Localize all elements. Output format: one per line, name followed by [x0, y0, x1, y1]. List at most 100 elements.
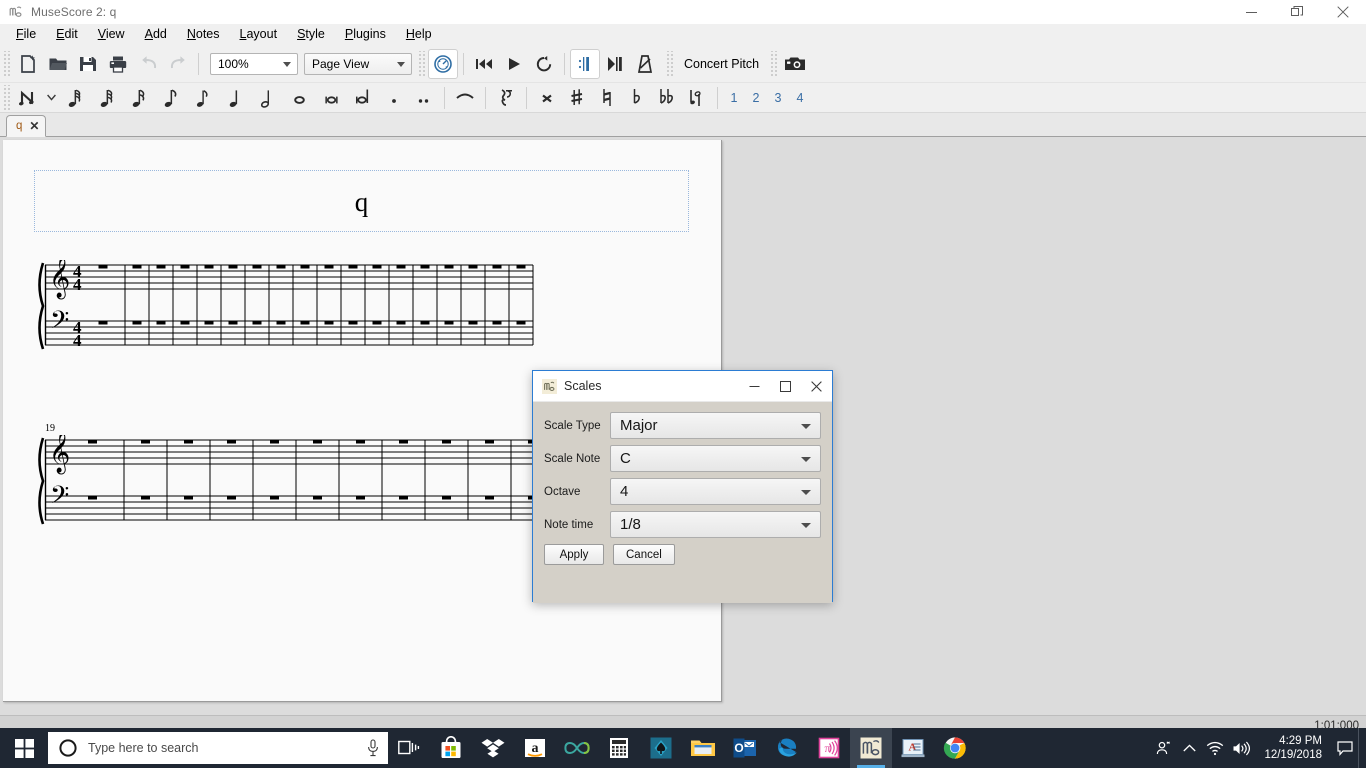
search-input[interactable]: Type here to search [48, 732, 388, 764]
score-system-1[interactable]: 𝄞 𝄢 4 4 4 4 [33, 260, 693, 360]
redo-button[interactable] [163, 49, 193, 79]
open-score-button[interactable] [43, 49, 73, 79]
menu-style[interactable]: Style [287, 25, 335, 45]
whole-measure-rest[interactable] [132, 321, 142, 325]
toolbar-grip-3[interactable] [666, 51, 674, 77]
whole-measure-rest[interactable] [228, 265, 238, 269]
octave-combobox[interactable]: 4 [610, 478, 821, 505]
dialog-close-button[interactable] [801, 371, 832, 402]
microphone-icon[interactable] [366, 739, 380, 757]
cancel-button[interactable]: Cancel [613, 544, 675, 565]
task-view-icon[interactable] [388, 728, 430, 768]
duration-longa-button[interactable] [347, 83, 379, 113]
whole-measure-rest[interactable] [98, 321, 108, 325]
voice-3-button[interactable]: 3 [767, 91, 789, 105]
close-button[interactable] [1320, 0, 1366, 24]
whole-measure-rest[interactable] [156, 265, 166, 269]
menu-edit[interactable]: Edit [46, 25, 88, 45]
whole-measure-rest[interactable] [372, 321, 382, 325]
whole-measure-rest[interactable] [420, 321, 430, 325]
dropbox-icon[interactable] [472, 728, 514, 768]
whole-measure-rest[interactable] [485, 440, 494, 444]
whole-measure-rest[interactable] [132, 265, 142, 269]
file-explorer-icon[interactable] [682, 728, 724, 768]
print-button[interactable] [103, 49, 133, 79]
new-score-button[interactable] [13, 49, 43, 79]
voice-1-button[interactable]: 1 [723, 91, 745, 105]
menu-view[interactable]: View [88, 25, 135, 45]
duration-eighth-alt-button[interactable] [187, 83, 219, 113]
play-panel-button[interactable] [428, 49, 458, 79]
duration-quarter-button[interactable] [219, 83, 251, 113]
tab-q[interactable]: q ✕ [6, 115, 47, 137]
whole-measure-rest[interactable] [141, 496, 150, 500]
pan-score-button[interactable] [600, 49, 630, 79]
whole-measure-rest[interactable] [227, 496, 236, 500]
rewind-button[interactable] [469, 49, 499, 79]
whole-measure-rest[interactable] [516, 321, 526, 325]
whole-measure-rest[interactable] [276, 265, 286, 269]
accidental-natural-button[interactable] [592, 83, 622, 113]
whole-measure-rest[interactable] [180, 321, 190, 325]
accidental-double-sharp-button[interactable] [532, 83, 562, 113]
whole-measure-rest[interactable] [141, 440, 150, 444]
scale-type-combobox[interactable]: Major [610, 412, 821, 439]
whole-measure-rest[interactable] [228, 321, 238, 325]
view-mode-combobox[interactable]: Page View [304, 53, 412, 75]
whole-measure-rest[interactable] [88, 440, 97, 444]
title-frame[interactable]: q [34, 170, 689, 232]
restore-button[interactable] [1274, 0, 1320, 24]
accidental-double-flat-button[interactable] [652, 83, 682, 113]
start-button[interactable] [0, 728, 48, 768]
whole-measure-rest[interactable] [324, 265, 334, 269]
microsoft-store-icon[interactable] [430, 728, 472, 768]
flip-direction-button[interactable] [682, 83, 712, 113]
duration-64th-button[interactable] [59, 83, 91, 113]
whole-measure-rest[interactable] [492, 265, 502, 269]
whole-measure-rest[interactable] [313, 496, 322, 500]
menu-add[interactable]: Add [135, 25, 177, 45]
dialog-titlebar[interactable]: Scales [533, 371, 832, 402]
note-input-dropdown[interactable] [43, 83, 59, 113]
amazon-icon[interactable]: a [514, 728, 556, 768]
show-desktop-button[interactable] [1358, 728, 1366, 768]
outlook-icon[interactable]: O [724, 728, 766, 768]
whole-measure-rest[interactable] [313, 440, 322, 444]
toolbar-grip-4[interactable] [770, 51, 779, 77]
zoom-combobox[interactable]: 100% [210, 53, 298, 75]
whole-measure-rest[interactable] [98, 265, 108, 269]
duration-half-button[interactable] [251, 83, 283, 113]
scale-note-combobox[interactable]: C [610, 445, 821, 472]
duration-16th-button[interactable] [123, 83, 155, 113]
people-icon[interactable] [1150, 728, 1176, 768]
whole-measure-rest[interactable] [396, 321, 406, 325]
play-repeats-button[interactable] [570, 49, 600, 79]
whole-measure-rest[interactable] [204, 321, 214, 325]
rest-button[interactable] [491, 83, 521, 113]
duration-eighth-button[interactable] [155, 83, 187, 113]
voice-4-button[interactable]: 4 [789, 91, 811, 105]
concert-pitch-button[interactable]: Concert Pitch [676, 57, 767, 71]
accidental-sharp-button[interactable] [562, 83, 592, 113]
document-app-icon[interactable]: A [892, 728, 934, 768]
whole-measure-rest[interactable] [396, 265, 406, 269]
whole-measure-rest[interactable] [88, 496, 97, 500]
voice-2-button[interactable]: 2 [745, 91, 767, 105]
dialog-maximize-button[interactable] [770, 371, 801, 402]
double-augmentation-dot-button[interactable] [409, 83, 439, 113]
note-input-mode-button[interactable] [13, 83, 43, 113]
whole-measure-rest[interactable] [156, 321, 166, 325]
whole-measure-rest[interactable] [442, 496, 451, 500]
calculator-icon[interactable] [598, 728, 640, 768]
dialog-minimize-button[interactable] [739, 371, 770, 402]
whole-measure-rest[interactable] [348, 321, 358, 325]
whole-measure-rest[interactable] [348, 265, 358, 269]
whole-measure-rest[interactable] [399, 440, 408, 444]
whole-measure-rest[interactable] [276, 321, 286, 325]
solitaire-icon[interactable] [640, 728, 682, 768]
infinity-icon[interactable] [556, 728, 598, 768]
note-toolbar-grip[interactable] [3, 84, 11, 111]
minimize-button[interactable] [1228, 0, 1274, 24]
metronome-button[interactable] [630, 49, 660, 79]
whole-measure-rest[interactable] [516, 265, 526, 269]
